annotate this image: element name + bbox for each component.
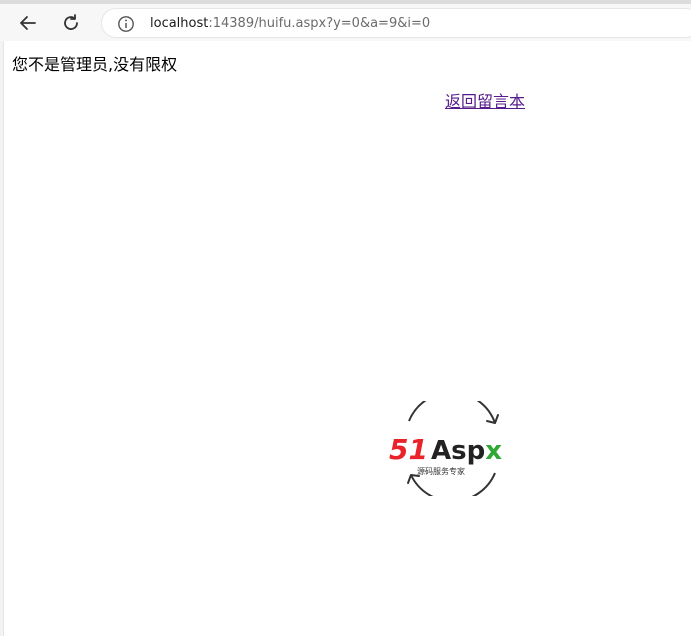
reload-button[interactable] (56, 8, 86, 38)
51aspx-logo: 51 Aspx 源码服务专家 (389, 401, 502, 496)
info-icon[interactable] (117, 15, 135, 33)
back-button[interactable] (13, 8, 43, 38)
logo-brand: Aspx (431, 436, 502, 466)
permission-message: 您不是管理员,没有限权 (12, 55, 178, 74)
back-to-guestbook-link[interactable]: 返回留言本 (445, 88, 525, 112)
page-content: 您不是管理员,没有限权 返回留言本 51 Aspx 源码服务专家 (3, 41, 691, 636)
url-path: :14389/huifu.aspx?y=0&a=9&i=0 (208, 16, 431, 31)
url-text[interactable]: localhost:14389/huifu.aspx?y=0&a=9&i=0 (150, 16, 430, 32)
reload-icon (64, 14, 78, 30)
logo-number: 51 (389, 433, 428, 466)
arrow-left-icon (20, 16, 36, 30)
browser-toolbar: localhost:14389/huifu.aspx?y=0&a=9&i=0 (0, 4, 691, 41)
logo-subtitle: 源码服务专家 (417, 466, 465, 476)
url-host: localhost (150, 16, 209, 31)
address-bar[interactable]: localhost:14389/huifu.aspx?y=0&a=9&i=0 (101, 8, 691, 38)
